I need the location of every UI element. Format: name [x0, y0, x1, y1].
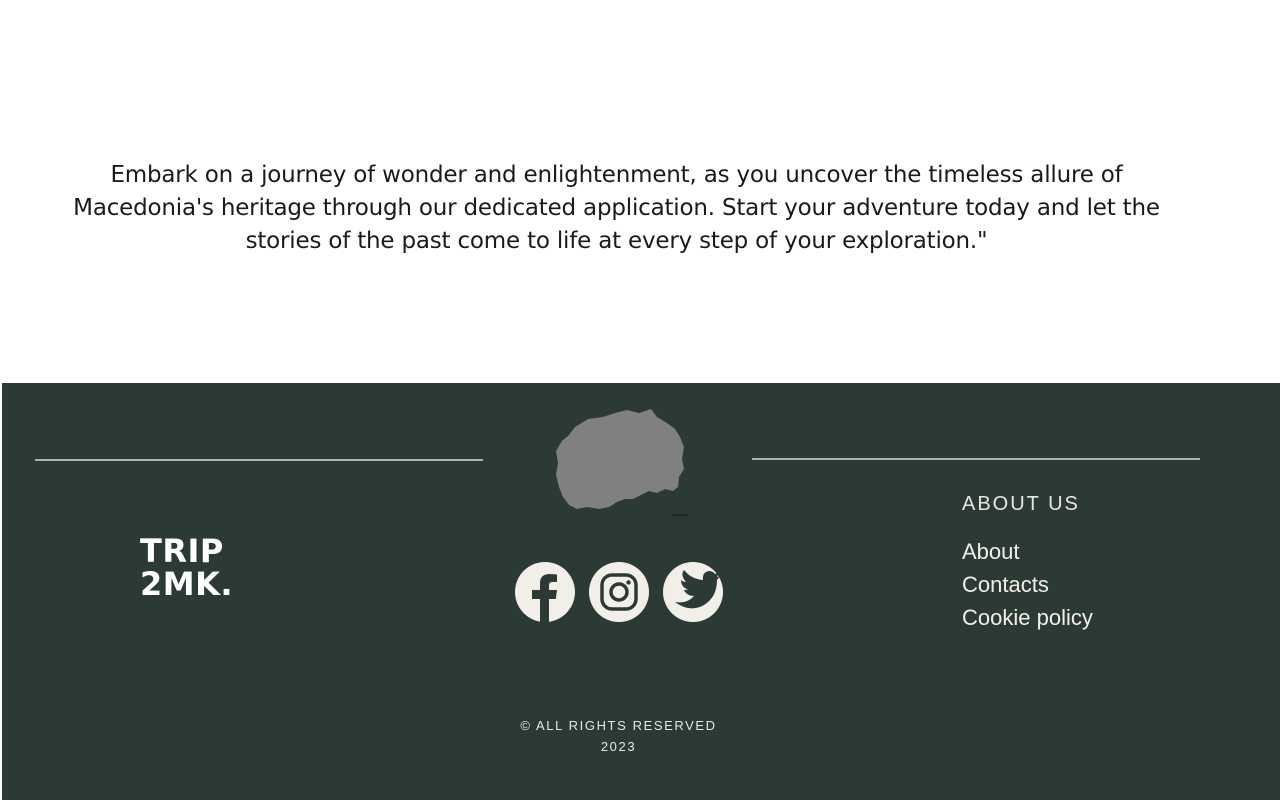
about-us-heading: ABOUT US: [962, 493, 1080, 515]
facebook-link[interactable]: [515, 562, 575, 622]
about-link[interactable]: About: [962, 535, 1093, 568]
about-us-section: ABOUT US About Contacts Cookie policy: [962, 493, 1093, 634]
cookie-policy-link[interactable]: Cookie policy: [962, 601, 1093, 634]
footer: TRIP 2MK. ABOUT US About Contacts Cookie…: [2, 383, 1280, 800]
macedonia-map-icon: [556, 409, 688, 516]
social-links: [515, 562, 723, 622]
twitter-icon: [675, 570, 720, 609]
logo-line-1: TRIP: [140, 532, 224, 570]
twitter-link[interactable]: [663, 562, 723, 622]
copyright-year: 2023: [600, 739, 637, 754]
logo-line-2: 2MK.: [140, 565, 234, 603]
divider-left: [35, 459, 483, 461]
instagram-icon: [600, 573, 638, 611]
divider-right: [752, 458, 1200, 460]
intro-text: Embark on a journey of wonder and enligh…: [73, 162, 1160, 254]
copyright: © ALL RIGHTS RESERVED 2023: [462, 715, 775, 757]
brand-logo[interactable]: TRIP 2MK.: [140, 535, 233, 601]
facebook-icon: [532, 574, 557, 622]
contacts-link[interactable]: Contacts: [962, 568, 1093, 601]
instagram-link[interactable]: [589, 562, 649, 622]
copyright-text: © ALL RIGHTS RESERVED: [520, 718, 717, 733]
